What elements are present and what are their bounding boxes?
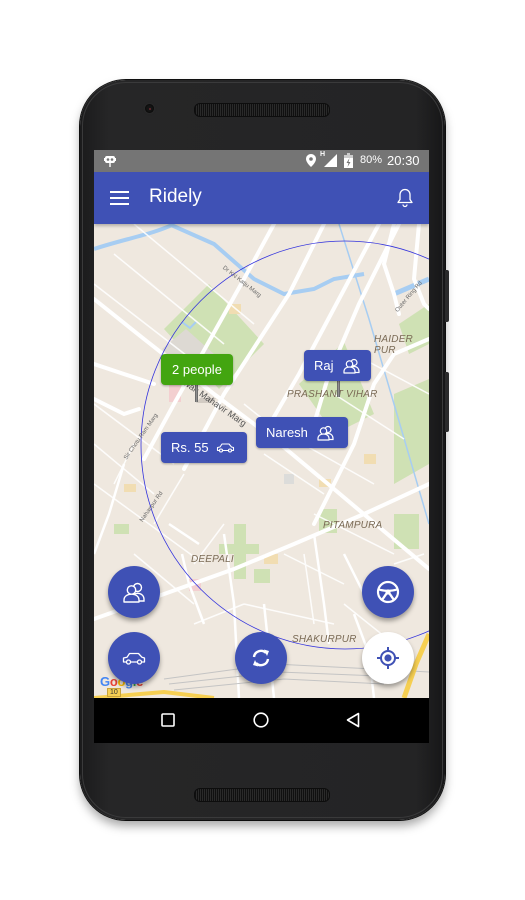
refresh-fab[interactable]	[235, 632, 287, 684]
steering-wheel-icon	[376, 580, 400, 604]
square-recents-icon[interactable]	[161, 713, 175, 727]
bottom-speaker-grille	[194, 788, 330, 802]
clock: 20:30	[387, 153, 420, 168]
circle-home-icon[interactable]	[253, 712, 269, 728]
front-camera	[145, 104, 154, 113]
marker-rider-naresh[interactable]: Naresh	[256, 417, 348, 448]
marker-group-people[interactable]: 2 people	[161, 354, 233, 385]
hamburger-menu-icon[interactable]	[110, 191, 129, 205]
triangle-back-icon[interactable]	[346, 712, 360, 728]
bell-icon[interactable]	[396, 188, 414, 208]
park-area	[254, 569, 270, 583]
place-label: DEEPALI	[191, 554, 234, 565]
marker-label: Naresh	[266, 425, 308, 440]
system-nav-bar	[94, 698, 429, 743]
battery-charging-icon	[344, 153, 353, 168]
place-label: SHAKURPUR	[292, 634, 357, 645]
my-location-fab[interactable]	[362, 632, 414, 684]
car-icon	[122, 652, 146, 665]
people-icon	[317, 425, 334, 441]
gps-target-icon	[377, 647, 399, 669]
marker-label: 2 people	[172, 362, 222, 377]
signal-icon	[324, 154, 337, 167]
park-area	[394, 379, 429, 484]
route-shield: 10	[107, 688, 121, 697]
volume-button	[445, 372, 449, 432]
rides-fab[interactable]	[108, 632, 160, 684]
phone-screen: H 80% 20:30 Ridely HAIDER PUR PRASHANT V…	[94, 150, 429, 743]
marker-label: Rs. 55	[171, 440, 209, 455]
app-bar: Ridely	[94, 172, 429, 224]
place-label: PRASHANT VIHAR	[287, 389, 378, 400]
place-label: PITAMPURA	[323, 520, 383, 531]
marker-label: Raj	[314, 358, 334, 373]
map-view[interactable]: HAIDER PUR PRASHANT VIHAR PITAMPURA DEEP…	[94, 224, 429, 698]
people-icon	[123, 582, 145, 603]
people-icon	[342, 358, 360, 374]
map-tiles	[94, 224, 429, 698]
drive-fab[interactable]	[362, 566, 414, 618]
marker-rider-raj[interactable]: Raj	[304, 350, 371, 381]
place-label: HAIDER PUR	[374, 334, 413, 356]
passengers-fab[interactable]	[108, 566, 160, 618]
battery-percent: 80%	[360, 154, 383, 166]
power-button	[445, 270, 449, 322]
location-pin-icon	[306, 154, 316, 167]
refresh-icon	[252, 649, 270, 667]
app-title: Ridely	[149, 186, 202, 207]
cyanogen-bot-icon	[104, 156, 116, 167]
top-speaker-grille	[194, 103, 330, 117]
car-icon	[216, 443, 234, 453]
park-area	[114, 524, 129, 534]
marker-fare[interactable]: Rs. 55	[161, 432, 247, 463]
status-bar: H 80% 20:30	[94, 150, 429, 172]
